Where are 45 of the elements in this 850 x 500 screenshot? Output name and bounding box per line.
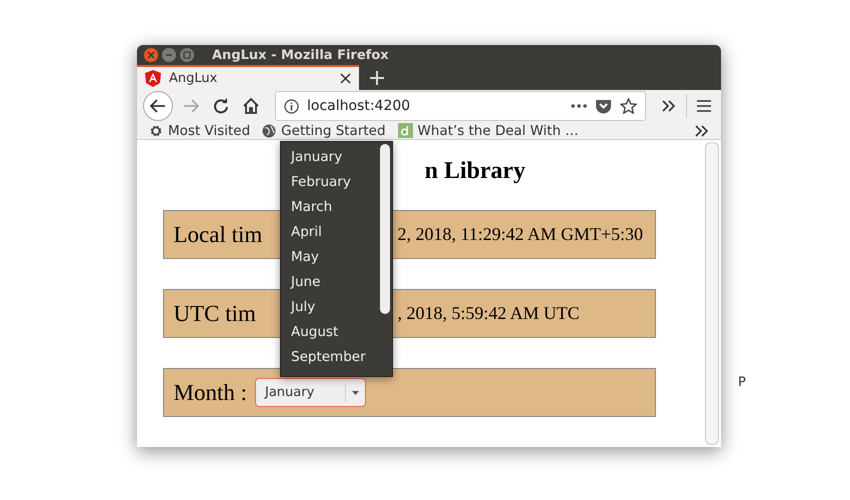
close-button[interactable] xyxy=(144,48,158,62)
time-value: , 2018, 5:59:42 AM UTC xyxy=(398,303,580,324)
month-option[interactable]: January xyxy=(281,145,378,170)
globe-icon xyxy=(262,124,276,138)
month-option[interactable]: April xyxy=(281,220,378,245)
month-option[interactable]: September xyxy=(281,345,378,370)
gear-icon xyxy=(149,124,163,138)
partial-text: P xyxy=(738,375,746,390)
shield-logo-icon xyxy=(145,70,161,88)
month-option[interactable]: February xyxy=(281,170,378,195)
maximize-icon xyxy=(183,51,191,60)
row-label: UTC tim xyxy=(174,300,257,326)
browser-tab[interactable]: AngLux xyxy=(137,65,359,90)
month-option[interactable]: May xyxy=(281,245,378,270)
url-text: localhost:4200 xyxy=(307,98,412,114)
info-icon[interactable] xyxy=(284,98,299,114)
close-icon xyxy=(147,51,155,60)
minimize-button[interactable] xyxy=(162,48,176,62)
address-bar[interactable]: localhost:4200 xyxy=(275,91,646,122)
month-option[interactable]: August xyxy=(281,320,378,345)
month-select[interactable]: January xyxy=(254,378,366,407)
plus-icon xyxy=(370,70,384,85)
more-icon[interactable] xyxy=(571,104,587,108)
back-button[interactable] xyxy=(143,91,173,122)
caret-icon xyxy=(352,390,359,394)
bookmark-item[interactable]: Most Visited xyxy=(149,122,250,139)
month-option[interactable]: July xyxy=(281,295,378,320)
scrollbar[interactable] xyxy=(705,142,719,445)
row-label: Month : xyxy=(174,380,247,406)
bookmark-item[interactable]: What’s the Deal With … xyxy=(398,122,579,139)
page-heading: n Library xyxy=(424,158,526,186)
dropdown-scrollbar[interactable] xyxy=(380,144,390,314)
tab-title: AngLux xyxy=(169,71,218,86)
bookmark-item[interactable]: Getting Started xyxy=(262,122,386,139)
month-option[interactable]: June xyxy=(281,270,378,295)
row-label: Local tim xyxy=(174,222,264,248)
month-option[interactable]: March xyxy=(281,195,378,220)
star-icon[interactable] xyxy=(620,98,637,114)
pocket-icon[interactable] xyxy=(595,98,612,114)
window-title: AngLux - Mozilla Firefox xyxy=(212,48,389,63)
maximize-button[interactable] xyxy=(180,48,194,62)
time-value: 2, 2018, 11:29:42 AM GMT+5:30 xyxy=(398,224,643,245)
letter-d-icon xyxy=(398,123,413,138)
arrow-left-icon xyxy=(150,99,166,114)
close-icon[interactable] xyxy=(340,73,351,84)
